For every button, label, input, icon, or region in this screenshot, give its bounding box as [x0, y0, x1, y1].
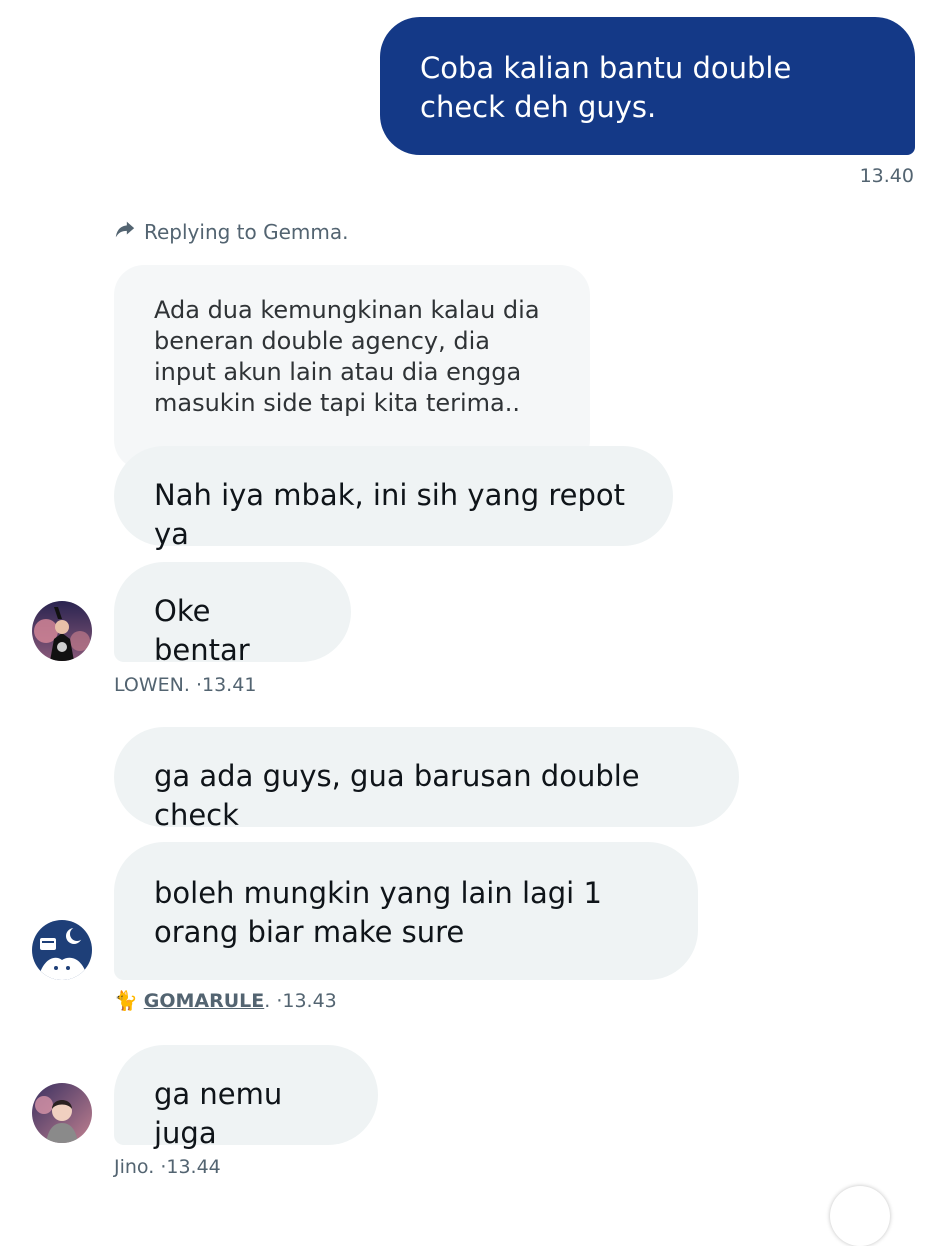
gomarule-message-2[interactable]: boleh mungkin yang lain lagi 1 orang bia…: [114, 842, 698, 980]
lowen-time: ·13.41: [195, 674, 257, 696]
lowen-avatar[interactable]: [32, 601, 92, 661]
gomarule-time: ·13.43: [276, 990, 337, 1012]
reply-arrow-icon: [114, 218, 136, 245]
sent-message-text: Coba kalian bantu double check deh guys.: [420, 51, 792, 124]
jino-message-1[interactable]: ga nemu juga: [114, 1045, 378, 1150]
jino-name[interactable]: Jino.: [114, 1156, 154, 1178]
lowen-message-1-text: Nah iya mbak, ini sih yang repot ya: [154, 478, 625, 551]
sent-message-time: 13.40: [859, 165, 914, 187]
gomarule-message-1-text: ga ada guys, gua barusan double check: [154, 759, 640, 832]
gomarule-avatar[interactable]: [32, 920, 92, 980]
jino-avatar[interactable]: [32, 1083, 92, 1143]
sent-message-bubble[interactable]: Coba kalian bantu double check deh guys.: [380, 17, 915, 155]
gomarule-message-1[interactable]: ga ada guys, gua barusan double check: [114, 727, 739, 832]
quoted-message[interactable]: Ada dua kemungkinan kalau dia beneran do…: [114, 265, 590, 470]
reply-context-text: Replying to Gemma.: [144, 219, 349, 244]
jino-meta: Jino. ·13.44: [114, 1155, 221, 1179]
lowen-name[interactable]: LOWEN.: [114, 674, 190, 696]
gomarule-name[interactable]: GOMARULE: [144, 990, 265, 1012]
scroll-to-bottom-button[interactable]: [830, 1186, 890, 1246]
jino-message-1-text: ga nemu juga: [154, 1077, 283, 1150]
gomarule-name-suffix: .: [264, 990, 271, 1012]
gomarule-meta: 🐈 GOMARULE. ·13.43: [114, 989, 337, 1013]
jino-time: ·13.44: [160, 1156, 221, 1178]
cat-emoji-icon: 🐈: [114, 990, 138, 1012]
gomarule-message-2-text: boleh mungkin yang lain lagi 1 orang bia…: [154, 876, 602, 949]
lowen-meta: LOWEN. ·13.41: [114, 673, 256, 697]
lowen-message-1[interactable]: Nah iya mbak, ini sih yang repot ya: [114, 446, 673, 551]
lowen-message-2-text: Oke bentar: [154, 594, 250, 667]
lowen-message-2[interactable]: Oke bentar: [114, 562, 351, 667]
reply-context: Replying to Gemma.: [114, 218, 349, 245]
quoted-message-text: Ada dua kemungkinan kalau dia beneran do…: [154, 296, 540, 417]
